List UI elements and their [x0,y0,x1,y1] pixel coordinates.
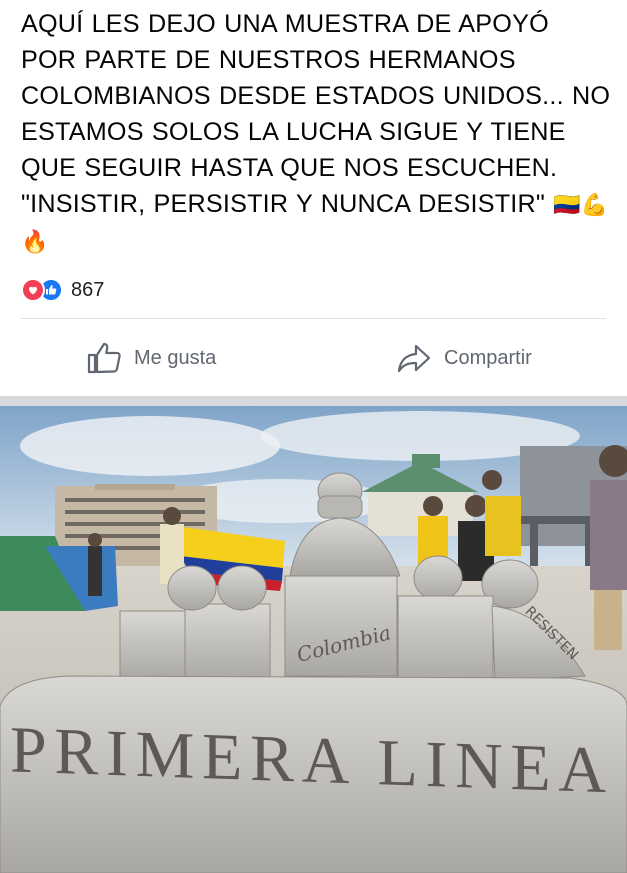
reaction-count: 867 [71,278,105,301]
share-button[interactable]: Compartir [396,338,532,378]
post-text: AQUÍ LES DEJO UNA MUESTRA DE APOYÓ POR P… [21,6,611,260]
post-body: AQUÍ LES DEJO UNA MUESTRA DE APOYÓ POR P… [21,10,611,218]
thumbs-up-icon [87,342,121,374]
post-photo[interactable]: PRIMERA LINEA Colombia RESISTEN [0,406,627,873]
divider [21,318,606,319]
reactions-summary[interactable]: 867 [21,277,104,303]
love-icon [21,278,45,302]
share-label: Compartir [444,346,532,369]
section-separator [0,396,627,406]
like-button[interactable]: Me gusta [86,338,216,378]
share-icon [397,344,431,373]
like-label: Me gusta [134,346,217,369]
